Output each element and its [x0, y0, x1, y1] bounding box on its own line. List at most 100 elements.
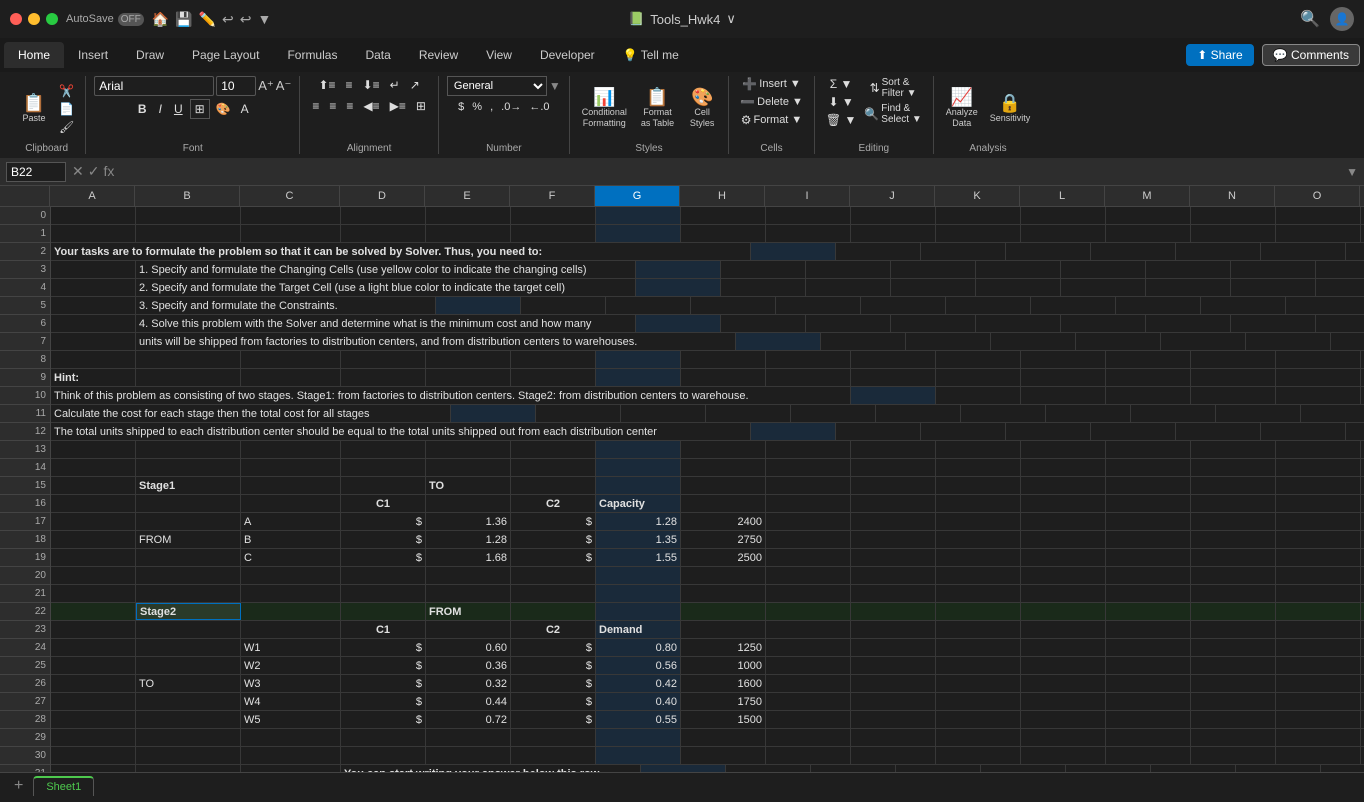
cell-l5[interactable]: [861, 297, 946, 314]
cell-b27[interactable]: [136, 693, 241, 710]
cell-l2[interactable]: [1176, 243, 1261, 260]
merge-center-button[interactable]: ⊞: [412, 97, 430, 115]
cell-f1[interactable]: [511, 225, 596, 242]
cell-a3[interactable]: [51, 261, 136, 278]
cell-k20[interactable]: [936, 567, 1021, 584]
cell-m29[interactable]: [1106, 729, 1191, 746]
cell-f16[interactable]: C2: [511, 495, 596, 512]
cell-e21[interactable]: [426, 585, 511, 602]
cell-j9[interactable]: [851, 369, 936, 386]
cell-d25[interactable]: $: [341, 657, 426, 674]
cell-c21[interactable]: [241, 585, 341, 602]
cell-g4[interactable]: [636, 279, 721, 296]
cell-m20[interactable]: [1106, 567, 1191, 584]
tab-home[interactable]: Home: [4, 42, 64, 68]
cell-n11[interactable]: [1046, 405, 1131, 422]
cell-o5[interactable]: [1116, 297, 1201, 314]
cell-d15[interactable]: [341, 477, 426, 494]
cell-c19[interactable]: C: [241, 549, 341, 566]
cell-m14[interactable]: [1106, 459, 1191, 476]
cell-b19[interactable]: [136, 549, 241, 566]
cell-i21[interactable]: [766, 585, 851, 602]
cell-f22[interactable]: [511, 603, 596, 620]
cell-k28[interactable]: [936, 711, 1021, 728]
indent-increase-button[interactable]: ▶≡: [386, 97, 410, 115]
decrease-decimal-button[interactable]: ←.0: [526, 99, 552, 115]
cell-h13[interactable]: [681, 441, 766, 458]
cell-k7[interactable]: [1076, 333, 1161, 350]
cell-o14[interactable]: [1276, 459, 1361, 476]
cell-a9[interactable]: Hint:: [51, 369, 136, 386]
cell-c27[interactable]: W4: [241, 693, 341, 710]
cell-a15[interactable]: [51, 477, 136, 494]
cell-a18[interactable]: [51, 531, 136, 548]
cell-i1[interactable]: [766, 225, 851, 242]
cell-h4[interactable]: [721, 279, 806, 296]
cell-l1[interactable]: [1021, 225, 1106, 242]
cell-i27[interactable]: [766, 693, 851, 710]
cell-k23[interactable]: [936, 621, 1021, 638]
cell-o23[interactable]: [1276, 621, 1361, 638]
cell-b0[interactable]: [136, 207, 241, 224]
cell-c29[interactable]: [241, 729, 341, 746]
cell-a16[interactable]: [51, 495, 136, 512]
cell-a4[interactable]: [51, 279, 136, 296]
col-header-a[interactable]: A: [50, 186, 135, 206]
cell-n24[interactable]: [1191, 639, 1276, 656]
cell-l3[interactable]: [1061, 261, 1146, 278]
cell-f0[interactable]: [511, 207, 596, 224]
cell-j26[interactable]: [851, 675, 936, 692]
cell-i22[interactable]: [766, 603, 851, 620]
cell-f13[interactable]: [511, 441, 596, 458]
cell-i25[interactable]: [766, 657, 851, 674]
increase-font-icon[interactable]: A⁺: [258, 78, 274, 94]
cell-a22[interactable]: [51, 603, 136, 620]
formula-input[interactable]: [120, 165, 1340, 179]
cell-f20[interactable]: [511, 567, 596, 584]
cell-l13[interactable]: [1021, 441, 1106, 458]
cell-e29[interactable]: [426, 729, 511, 746]
col-header-c[interactable]: C: [240, 186, 340, 206]
col-header-j[interactable]: J: [850, 186, 935, 206]
cell-h14[interactable]: [681, 459, 766, 476]
cell-c25[interactable]: W2: [241, 657, 341, 674]
cell-styles-button[interactable]: 🎨 CellStyles: [684, 86, 720, 131]
cell-c8[interactable]: [241, 351, 341, 368]
cell-m5[interactable]: [946, 297, 1031, 314]
italic-button[interactable]: I: [154, 100, 167, 118]
cell-i26[interactable]: [766, 675, 851, 692]
cell-n20[interactable]: [1191, 567, 1276, 584]
percent-button[interactable]: %: [469, 99, 485, 115]
cell-h24[interactable]: 1250: [681, 639, 766, 656]
cell-c17[interactable]: A: [241, 513, 341, 530]
confirm-formula-icon[interactable]: ✓: [88, 163, 100, 180]
cell-o8[interactable]: [1276, 351, 1361, 368]
cell-e27[interactable]: 0.44: [426, 693, 511, 710]
col-header-p[interactable]: P: [1360, 186, 1364, 206]
cell-o3[interactable]: [1316, 261, 1364, 278]
cell-j8[interactable]: [851, 351, 936, 368]
cell-j28[interactable]: [851, 711, 936, 728]
cell-k14[interactable]: [936, 459, 1021, 476]
cell-h6[interactable]: [721, 315, 806, 332]
cell-d30[interactable]: [341, 747, 426, 764]
cell-e16[interactable]: [426, 495, 511, 512]
cell-m3[interactable]: [1146, 261, 1231, 278]
cell-l23[interactable]: [1021, 621, 1106, 638]
cell-f28[interactable]: $: [511, 711, 596, 728]
cell-i5[interactable]: [606, 297, 691, 314]
cell-b31[interactable]: [136, 765, 241, 772]
cell-h23[interactable]: [681, 621, 766, 638]
cell-m6[interactable]: [1146, 315, 1231, 332]
cell-k12[interactable]: [1091, 423, 1176, 440]
cell-o15[interactable]: [1276, 477, 1361, 494]
cell-g13[interactable]: [596, 441, 681, 458]
cell-c15[interactable]: [241, 477, 341, 494]
more-icon[interactable]: ▼: [257, 11, 271, 28]
cell-m11[interactable]: [961, 405, 1046, 422]
tab-view[interactable]: View: [472, 42, 526, 68]
tab-formulas[interactable]: Formulas: [273, 42, 351, 68]
cell-k3[interactable]: [976, 261, 1061, 278]
minimize-button[interactable]: [28, 13, 40, 25]
cell-j12[interactable]: [1006, 423, 1091, 440]
